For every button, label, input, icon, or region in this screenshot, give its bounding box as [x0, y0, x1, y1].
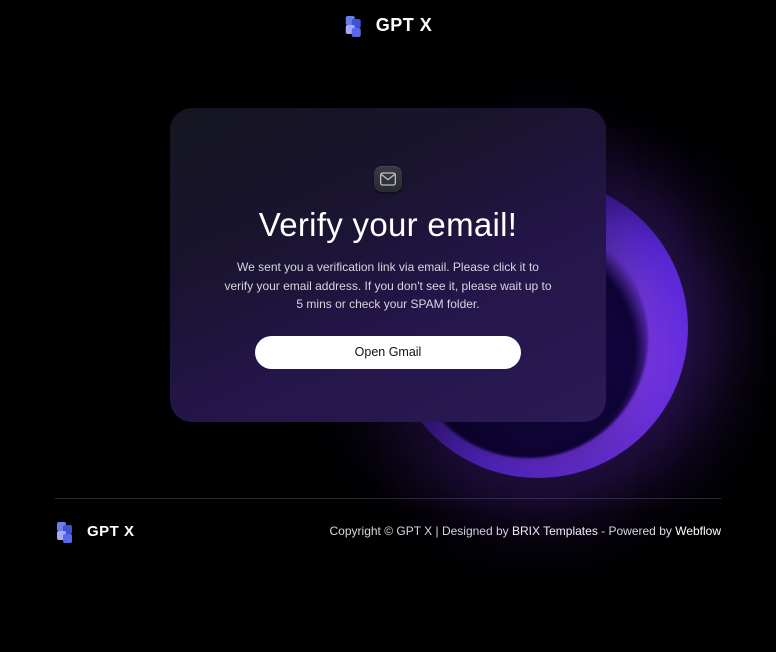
brand-name: GPT X — [87, 523, 135, 540]
logo-icon — [344, 14, 366, 36]
footer-brand[interactable]: GPT X — [55, 520, 135, 542]
mail-icon-badge — [374, 166, 402, 192]
footer: GPT X Copyright © GPT X | Designed by BR… — [55, 520, 721, 542]
verify-email-card: Verify your email! We sent you a verific… — [170, 108, 606, 422]
designer-link[interactable]: BRIX Templates — [512, 524, 598, 538]
header-brand[interactable]: GPT X — [344, 14, 433, 36]
brand-name: GPT X — [376, 15, 433, 36]
card-description: We sent you a verification link via emai… — [223, 258, 553, 314]
open-gmail-button[interactable]: Open Gmail — [255, 336, 521, 369]
copyright-text: Copyright © GPT X | Designed by — [330, 524, 512, 538]
card-title: Verify your email! — [259, 206, 518, 244]
mail-icon — [380, 172, 396, 186]
footer-divider — [55, 498, 721, 499]
platform-link[interactable]: Webflow — [675, 524, 721, 538]
powered-text: - Powered by — [598, 524, 675, 538]
logo-icon — [55, 520, 77, 542]
footer-copyright: Copyright © GPT X | Designed by BRIX Tem… — [330, 524, 721, 538]
